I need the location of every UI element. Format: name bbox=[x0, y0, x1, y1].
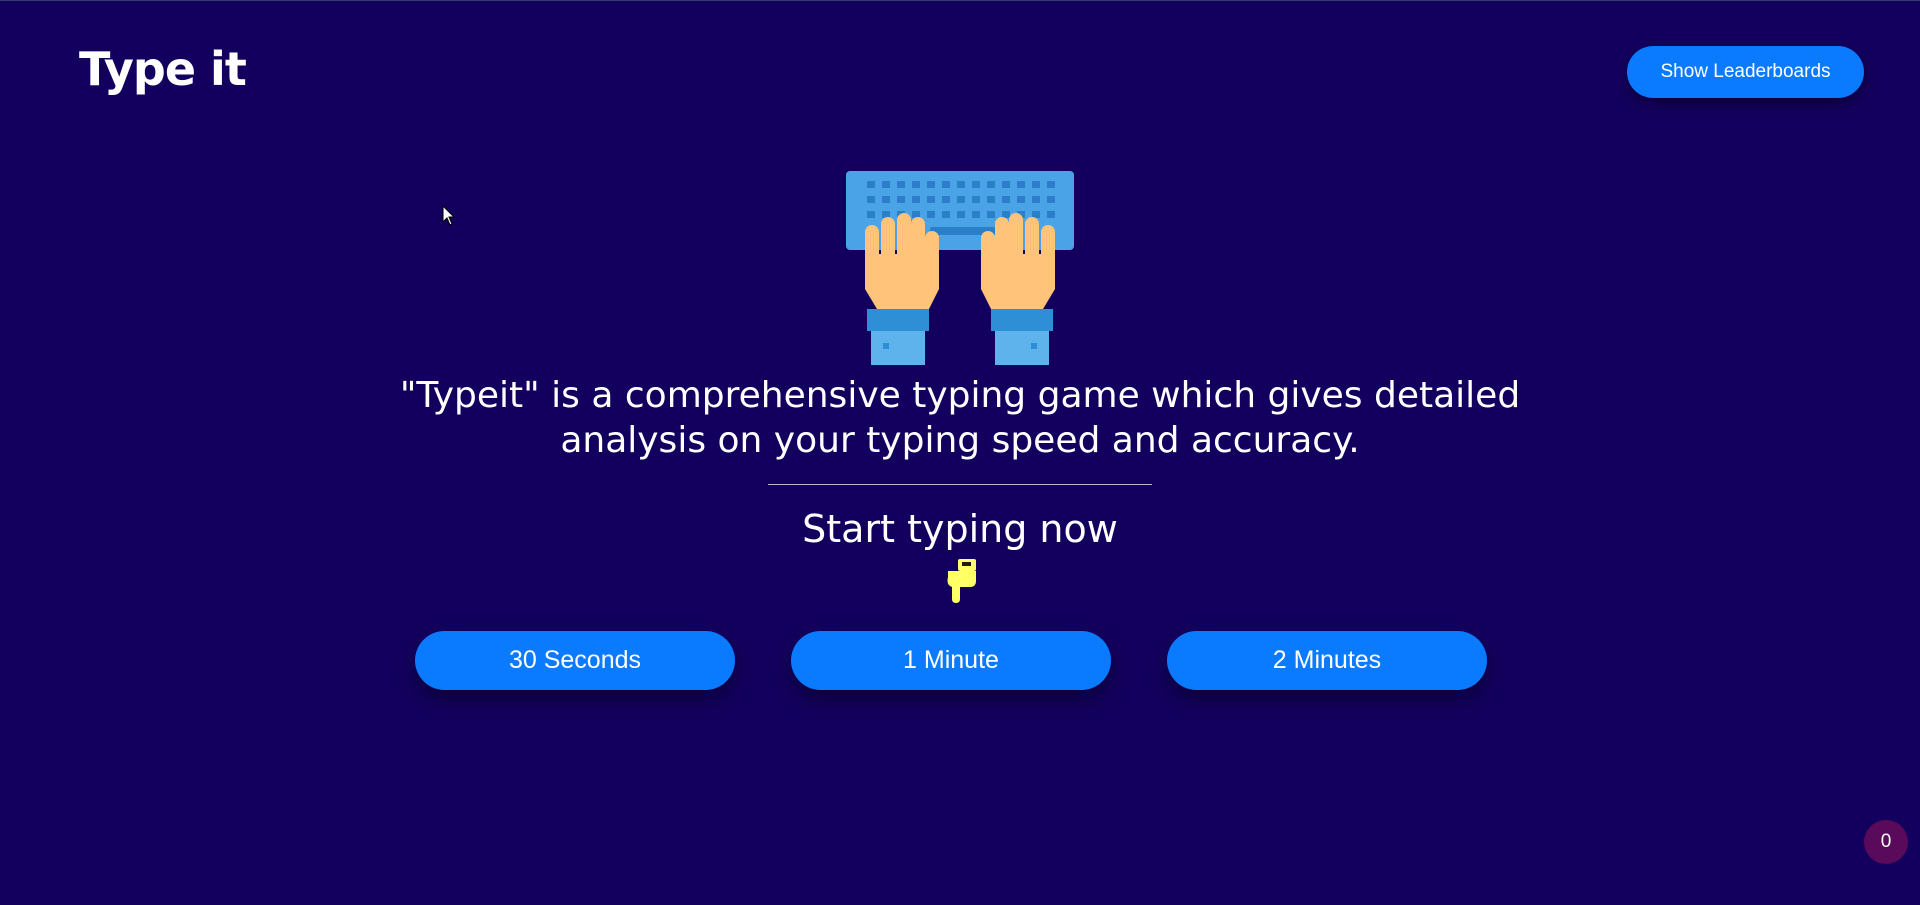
start-typing-heading: Start typing now bbox=[802, 507, 1118, 551]
keyboard-hands-icon bbox=[846, 171, 1074, 365]
duration-30-seconds-button[interactable]: 30 Seconds bbox=[415, 631, 735, 690]
counter-badge[interactable]: 0 bbox=[1864, 820, 1908, 864]
pointing-down-hand-icon bbox=[947, 559, 976, 603]
duration-1-minute-button[interactable]: 1 Minute bbox=[791, 631, 1111, 690]
show-leaderboards-button[interactable]: Show Leaderboards bbox=[1627, 46, 1864, 98]
app-logo[interactable]: Type it bbox=[79, 41, 247, 97]
page: Type it Show Leaderboards "Typeit" is a … bbox=[0, 0, 1920, 905]
duration-2-minutes-button[interactable]: 2 Minutes bbox=[1167, 631, 1487, 690]
mouse-cursor-icon bbox=[442, 205, 456, 226]
divider bbox=[768, 484, 1152, 485]
hero-headline: "Typeit" is a comprehensive typing game … bbox=[399, 375, 1521, 461]
